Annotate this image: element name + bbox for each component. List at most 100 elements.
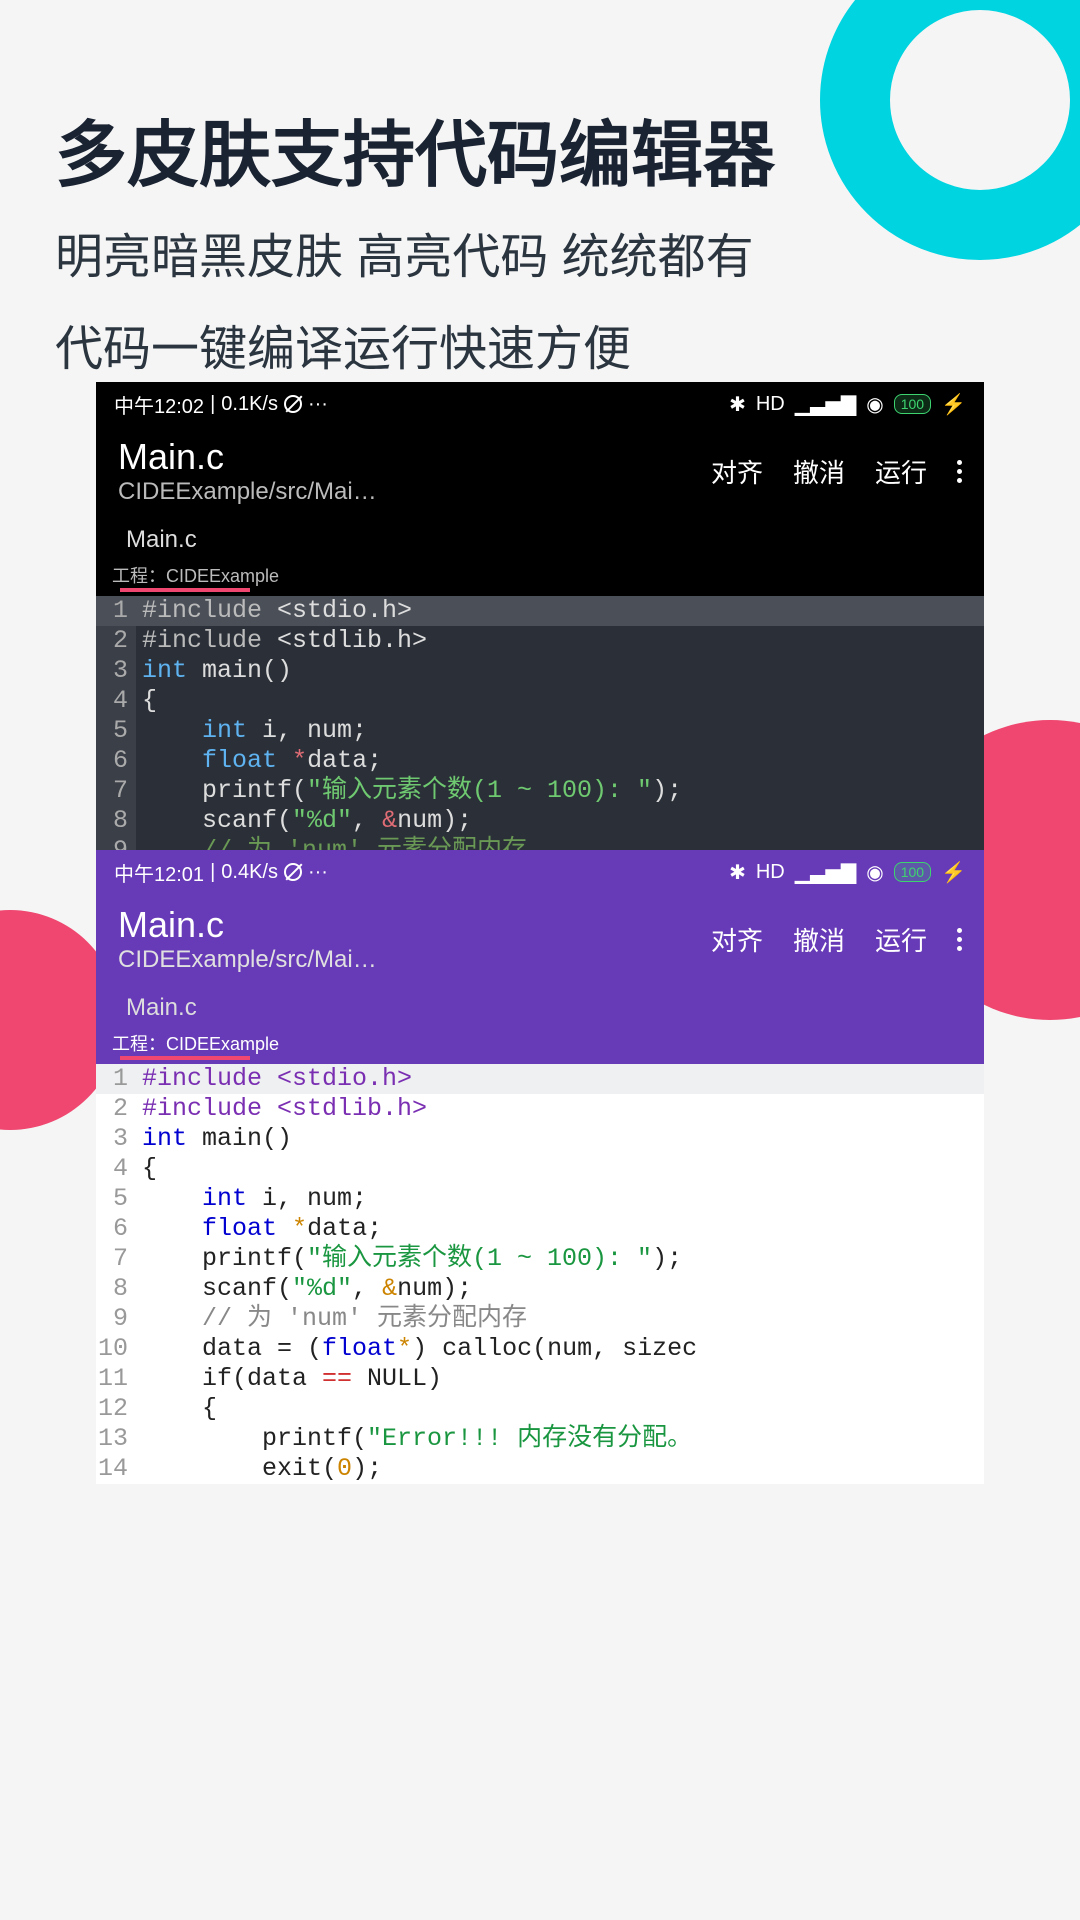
code-text[interactable]: printf("输入元素个数(1 ~ 100): "); bbox=[136, 776, 984, 806]
align-button[interactable]: 对齐 bbox=[711, 921, 763, 958]
line-number: 8 bbox=[96, 806, 136, 836]
more-vert-icon[interactable] bbox=[957, 928, 962, 951]
code-line[interactable]: 8 scanf("%d", &num); bbox=[96, 1274, 984, 1304]
code-line[interactable]: 1#include <stdio.h> bbox=[96, 1064, 984, 1094]
code-line[interactable]: 2#include <stdlib.h> bbox=[96, 1094, 984, 1124]
more-vert-icon[interactable] bbox=[957, 460, 962, 483]
code-line[interactable]: 5 int i, num; bbox=[96, 716, 984, 746]
code-text[interactable]: // 为 'num' 元素分配内存 bbox=[136, 1304, 984, 1334]
code-line[interactable]: 3int main() bbox=[96, 1124, 984, 1154]
code-text[interactable]: // 为 'num' 元素分配内存 bbox=[136, 836, 984, 850]
code-line[interactable]: 9 // 为 'num' 元素分配内存 bbox=[96, 1304, 984, 1334]
code-text[interactable]: int main() bbox=[136, 1124, 984, 1154]
code-text[interactable]: #include <stdlib.h> bbox=[136, 1094, 984, 1124]
tab-file[interactable]: Main.c bbox=[116, 522, 207, 558]
code-text[interactable]: #include <stdlib.h> bbox=[136, 626, 984, 656]
line-number: 2 bbox=[96, 1094, 136, 1124]
code-text[interactable]: { bbox=[136, 686, 984, 716]
divider: | bbox=[210, 861, 215, 884]
code-line[interactable]: 7 printf("输入元素个数(1 ~ 100): "); bbox=[96, 776, 984, 806]
code-line[interactable]: 4{ bbox=[96, 686, 984, 716]
active-tab-indicator bbox=[120, 1056, 250, 1060]
active-tab-indicator bbox=[120, 588, 250, 592]
app-bar: Main.c CIDEExample/src/Mai… 对齐 撤消 运行 bbox=[96, 426, 984, 516]
file-title: Main.c bbox=[118, 904, 711, 946]
code-editor[interactable]: 1#include <stdio.h>2#include <stdlib.h>3… bbox=[96, 1064, 984, 1484]
run-button[interactable]: 运行 bbox=[875, 453, 927, 490]
page-subtitle: 代码一键编译运行快速方便 bbox=[55, 312, 1025, 389]
code-text[interactable]: { bbox=[136, 1154, 984, 1184]
code-line[interactable]: 9 // 为 'num' 元素分配内存 bbox=[96, 836, 984, 850]
signal-icon: ▁▃▅▇ bbox=[795, 392, 857, 417]
more-horizontal-icon: ··· bbox=[308, 393, 328, 416]
no-sim-icon bbox=[284, 863, 302, 881]
clock-text: 中午12:02 bbox=[114, 390, 204, 419]
battery-icon: 100 bbox=[894, 862, 931, 882]
code-text[interactable]: #include <stdio.h> bbox=[136, 1064, 984, 1094]
code-text[interactable]: float *data; bbox=[136, 746, 984, 776]
signal-icon: ▁▃▅▇ bbox=[795, 860, 857, 885]
wifi-icon: ◉ bbox=[866, 860, 883, 885]
app-bar: Main.c CIDEExample/src/Mai… 对齐 撤消 运行 bbox=[96, 894, 984, 984]
code-line[interactable]: 6 float *data; bbox=[96, 746, 984, 776]
code-text[interactable]: exit(0); bbox=[136, 1454, 984, 1484]
code-line[interactable]: 4{ bbox=[96, 1154, 984, 1184]
code-line[interactable]: 12 { bbox=[96, 1394, 984, 1424]
status-bar: 中午12:02 | 0.1K/s ··· ✱ HD ▁▃▅▇ ◉ 100 ⚡ bbox=[96, 382, 984, 426]
run-button[interactable]: 运行 bbox=[875, 921, 927, 958]
charge-icon: ⚡ bbox=[941, 392, 966, 417]
code-line[interactable]: 5 int i, num; bbox=[96, 1184, 984, 1214]
line-number: 6 bbox=[96, 1214, 136, 1244]
code-line[interactable]: 8 scanf("%d", &num); bbox=[96, 806, 984, 836]
code-line[interactable]: 10 data = (float*) calloc(num, sizec bbox=[96, 1334, 984, 1364]
tab-file[interactable]: Main.c bbox=[116, 990, 207, 1026]
line-number: 3 bbox=[96, 1124, 136, 1154]
code-text[interactable]: int main() bbox=[136, 656, 984, 686]
code-line[interactable]: 7 printf("输入元素个数(1 ~ 100): "); bbox=[96, 1244, 984, 1274]
bluetooth-icon: ✱ bbox=[729, 392, 746, 417]
code-line[interactable]: 3int main() bbox=[96, 656, 984, 686]
code-text[interactable]: printf("输入元素个数(1 ~ 100): "); bbox=[136, 1244, 984, 1274]
undo-button[interactable]: 撤消 bbox=[793, 453, 845, 490]
code-line[interactable]: 11 if(data == NULL) bbox=[96, 1364, 984, 1394]
code-line[interactable]: 2#include <stdlib.h> bbox=[96, 626, 984, 656]
no-sim-icon bbox=[284, 395, 302, 413]
align-button[interactable]: 对齐 bbox=[711, 453, 763, 490]
battery-icon: 100 bbox=[894, 394, 931, 414]
charge-icon: ⚡ bbox=[941, 860, 966, 885]
line-number: 5 bbox=[96, 716, 136, 746]
line-number: 1 bbox=[96, 596, 136, 626]
line-number: 9 bbox=[96, 836, 136, 850]
line-number: 10 bbox=[96, 1334, 136, 1364]
undo-button[interactable]: 撤消 bbox=[793, 921, 845, 958]
code-text[interactable]: float *data; bbox=[136, 1214, 984, 1244]
code-line[interactable]: 14 exit(0); bbox=[96, 1454, 984, 1484]
code-text[interactable]: data = (float*) calloc(num, sizec bbox=[136, 1334, 984, 1364]
code-text[interactable]: printf("Error!!! 内存没有分配。 bbox=[136, 1424, 984, 1454]
line-number: 4 bbox=[96, 686, 136, 716]
line-number: 12 bbox=[96, 1394, 136, 1424]
net-speed: 0.4K/s bbox=[221, 861, 278, 884]
code-editor[interactable]: 1#include <stdio.h>2#include <stdlib.h>3… bbox=[96, 596, 984, 850]
code-line[interactable]: 6 float *data; bbox=[96, 1214, 984, 1244]
line-number: 5 bbox=[96, 1184, 136, 1214]
code-text[interactable]: int i, num; bbox=[136, 1184, 984, 1214]
code-text[interactable]: #include <stdio.h> bbox=[136, 596, 984, 626]
screenshot-light: 中午12:01 | 0.4K/s ··· ✱ HD ▁▃▅▇ ◉ 100 ⚡ M… bbox=[96, 850, 984, 1484]
code-text[interactable]: scanf("%d", &num); bbox=[136, 806, 984, 836]
line-number: 14 bbox=[96, 1454, 136, 1484]
page-subtitle: 明亮暗黑皮肤 高亮代码 统统都有 bbox=[55, 220, 1025, 297]
line-number: 13 bbox=[96, 1424, 136, 1454]
code-line[interactable]: 1#include <stdio.h> bbox=[96, 596, 984, 626]
breadcrumb: CIDEExample/src/Mai… bbox=[118, 478, 711, 506]
code-text[interactable]: scanf("%d", &num); bbox=[136, 1274, 984, 1304]
code-text[interactable]: int i, num; bbox=[136, 716, 984, 746]
more-horizontal-icon: ··· bbox=[308, 861, 328, 884]
code-text[interactable]: if(data == NULL) bbox=[136, 1364, 984, 1394]
code-text[interactable]: { bbox=[136, 1394, 984, 1424]
page-title: 多皮肤支持代码编辑器 bbox=[55, 110, 1025, 204]
net-speed: 0.1K/s bbox=[221, 393, 278, 416]
code-line[interactable]: 13 printf("Error!!! 内存没有分配。 bbox=[96, 1424, 984, 1454]
line-number: 7 bbox=[96, 776, 136, 806]
project-label: 工程：CIDEExample bbox=[112, 566, 279, 586]
